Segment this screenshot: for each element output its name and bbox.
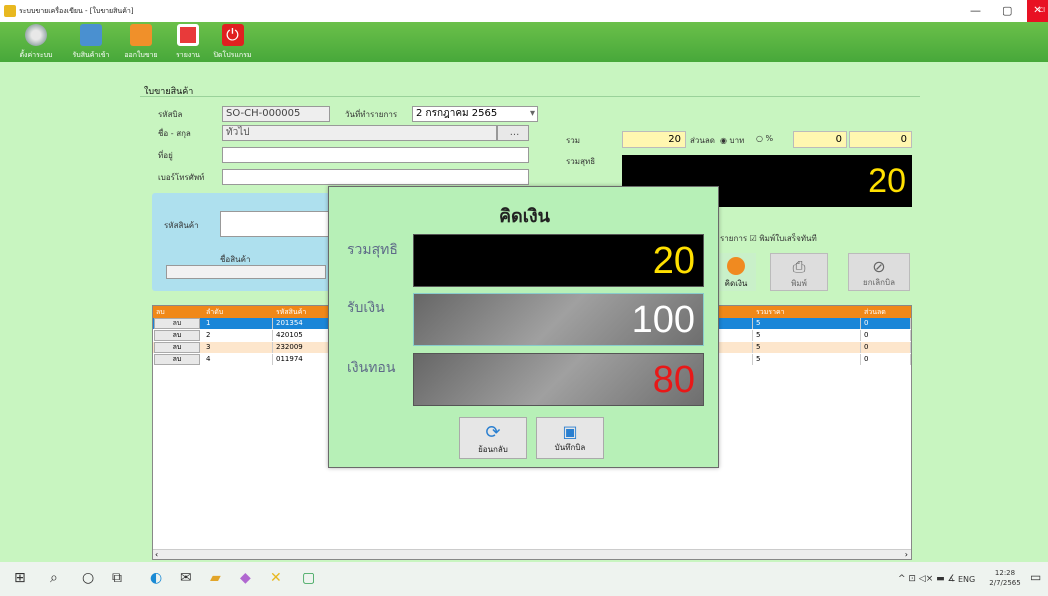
minimize-button[interactable]: — — [970, 4, 981, 17]
title-bar: ระบบขายเครื่องเขียน - [ใบขายสินค้า] — ▢ … — [0, 0, 1048, 22]
sell-icon — [130, 24, 152, 46]
app-logo-icon — [4, 5, 16, 17]
language-indicator[interactable]: ENG — [958, 575, 975, 584]
product-name-field — [166, 265, 326, 279]
close-button[interactable]: ✕ Cl — [1027, 0, 1048, 22]
cancel-bill-button[interactable]: ⊘ ยกเลิกบิล — [848, 253, 910, 291]
cortana-icon[interactable]: ○ — [82, 570, 94, 586]
sell-bill-button[interactable]: ออกใบขาย — [116, 24, 166, 61]
edge-icon[interactable]: ◐ — [150, 570, 162, 586]
clock-date: 2/7/2565 — [989, 579, 1021, 587]
report-button[interactable]: รายงาน — [168, 24, 208, 61]
printer-icon: ⎙ — [792, 257, 806, 276]
taskbar: ⊞ ⌕ ○ ⧉ ◐ ✉ ▰ ◆ ✕ ▢ ^ ⊡ ◁× ▬ ∡ ENG 12:28… — [0, 562, 1048, 596]
dialog-net-value: 20 — [413, 234, 704, 287]
discount-label: ส่วนลด — [690, 136, 715, 145]
total-field: 20 — [622, 131, 686, 148]
bill-no-label: รหัสบิล — [158, 110, 183, 119]
bill-no-field: SO-CH-000005 — [222, 106, 330, 122]
phone-field[interactable] — [222, 169, 529, 185]
dialog-received-label: รับเงิน — [347, 300, 385, 316]
phone-label: เบอร์โทรศัพท์ — [158, 173, 205, 182]
app-icon[interactable]: ◆ — [240, 570, 251, 586]
report-icon — [177, 24, 199, 46]
cancel-icon: ⊘ — [872, 257, 886, 276]
received-amount-input[interactable]: 100 — [413, 293, 704, 346]
divider — [140, 96, 920, 97]
dialog-net-label: รวมสุทธิ — [347, 242, 398, 258]
browse-customer-button[interactable]: ... — [497, 125, 529, 141]
net-label: รวมสุทธิ — [566, 157, 596, 166]
receive-icon — [80, 24, 102, 46]
folder-icon[interactable]: ▰ — [210, 570, 221, 586]
product-panel: รหัสสินค้า ชื่อสินค้า — [152, 193, 332, 291]
pay-button[interactable]: คิดเงิน — [716, 253, 756, 291]
print-button[interactable]: ⎙ พิมพ์ — [770, 253, 828, 291]
chat-icon[interactable]: ▢ — [302, 570, 315, 586]
delete-row-button[interactable]: ลบ — [154, 330, 200, 341]
col-total: รวมราคา — [753, 306, 861, 318]
delete-row-button[interactable]: ลบ — [154, 354, 200, 365]
change-amount-display: 80 — [413, 353, 704, 406]
address-label: ที่อยู่ — [158, 151, 173, 160]
dialog-change-label: เงินทอน — [347, 360, 396, 376]
windows-start-icon[interactable]: ⊞ — [14, 570, 26, 586]
save-icon: ▣ — [562, 422, 578, 441]
task-view-icon[interactable]: ⧉ — [112, 570, 122, 586]
col-seq: ลำดับ — [203, 306, 273, 318]
tray-icons[interactable]: ^ ⊡ ◁× ▬ ∡ — [898, 574, 956, 584]
product-code-label: รหัสสินค้า — [164, 221, 199, 230]
clock-time: 12:28 — [994, 569, 1016, 577]
delete-row-button[interactable]: ลบ — [154, 318, 200, 329]
receive-goods-button[interactable]: รับสินค้าเข้า — [61, 24, 121, 61]
customer-name-field: ทั่วไป — [222, 125, 497, 141]
search-icon[interactable]: ⌕ — [50, 570, 58, 586]
horizontal-scrollbar[interactable]: ‹ › — [153, 549, 911, 559]
col-delete: ลบ — [153, 306, 203, 318]
discount-percent-radio[interactable]: ○ % — [756, 134, 773, 143]
payment-dialog: คิดเงิน รวมสุทธิ 20 รับเงิน 100 เงินทอน … — [328, 186, 719, 468]
pos-app-icon[interactable]: ✕ — [270, 570, 282, 586]
refresh-icon: ⟳ — [485, 422, 501, 443]
product-code-input[interactable] — [220, 211, 332, 237]
back-button[interactable]: ⟳ ย้อนกลับ — [459, 417, 527, 459]
date-picker[interactable]: 2 กรกฎาคม 2565 ▾ — [412, 106, 538, 122]
dialog-title: คิดเงิน — [499, 206, 550, 227]
address-field[interactable] — [222, 147, 529, 163]
notification-icon[interactable]: ▭ — [1030, 570, 1041, 584]
settings-button[interactable]: ตั้งค่าระบบ — [6, 24, 66, 61]
calendar-icon: ▾ — [529, 108, 535, 119]
name-label: ชื่อ - สกุล — [158, 129, 191, 138]
power-icon: ⏻ — [221, 24, 244, 46]
col-discount: ส่วนลด — [861, 306, 911, 318]
gear-icon — [25, 24, 47, 46]
date-label: วันที่ทำรายการ — [345, 110, 398, 119]
discount-input[interactable]: 0 — [793, 131, 847, 148]
maximize-button[interactable]: ▢ — [1002, 4, 1012, 17]
save-bill-button[interactable]: ▣ บันทึกบิล — [536, 417, 604, 459]
discount-baht-radio[interactable]: ◉ บาท — [720, 134, 744, 147]
window-title: ระบบขายเครื่องเขียน - [ใบขายสินค้า] — [19, 7, 134, 15]
mail-icon[interactable]: ✉ — [180, 570, 192, 586]
print-receipt-option[interactable]: รายการ ☑ พิมพ์ใบเสร็จทันที — [720, 232, 817, 245]
coin-icon — [727, 257, 745, 275]
delete-row-button[interactable]: ลบ — [154, 342, 200, 353]
total-label: รวม — [566, 136, 581, 145]
discount-total-field: 0 — [849, 131, 912, 148]
toolbar: ตั้งค่าระบบ รับสินค้าเข้า ออกใบขาย รายงา… — [0, 22, 1048, 62]
clock[interactable]: 12:28 2/7/2565 — [988, 568, 1022, 588]
exit-button[interactable]: ⏻ ปิดโปรแกรม — [205, 24, 260, 61]
